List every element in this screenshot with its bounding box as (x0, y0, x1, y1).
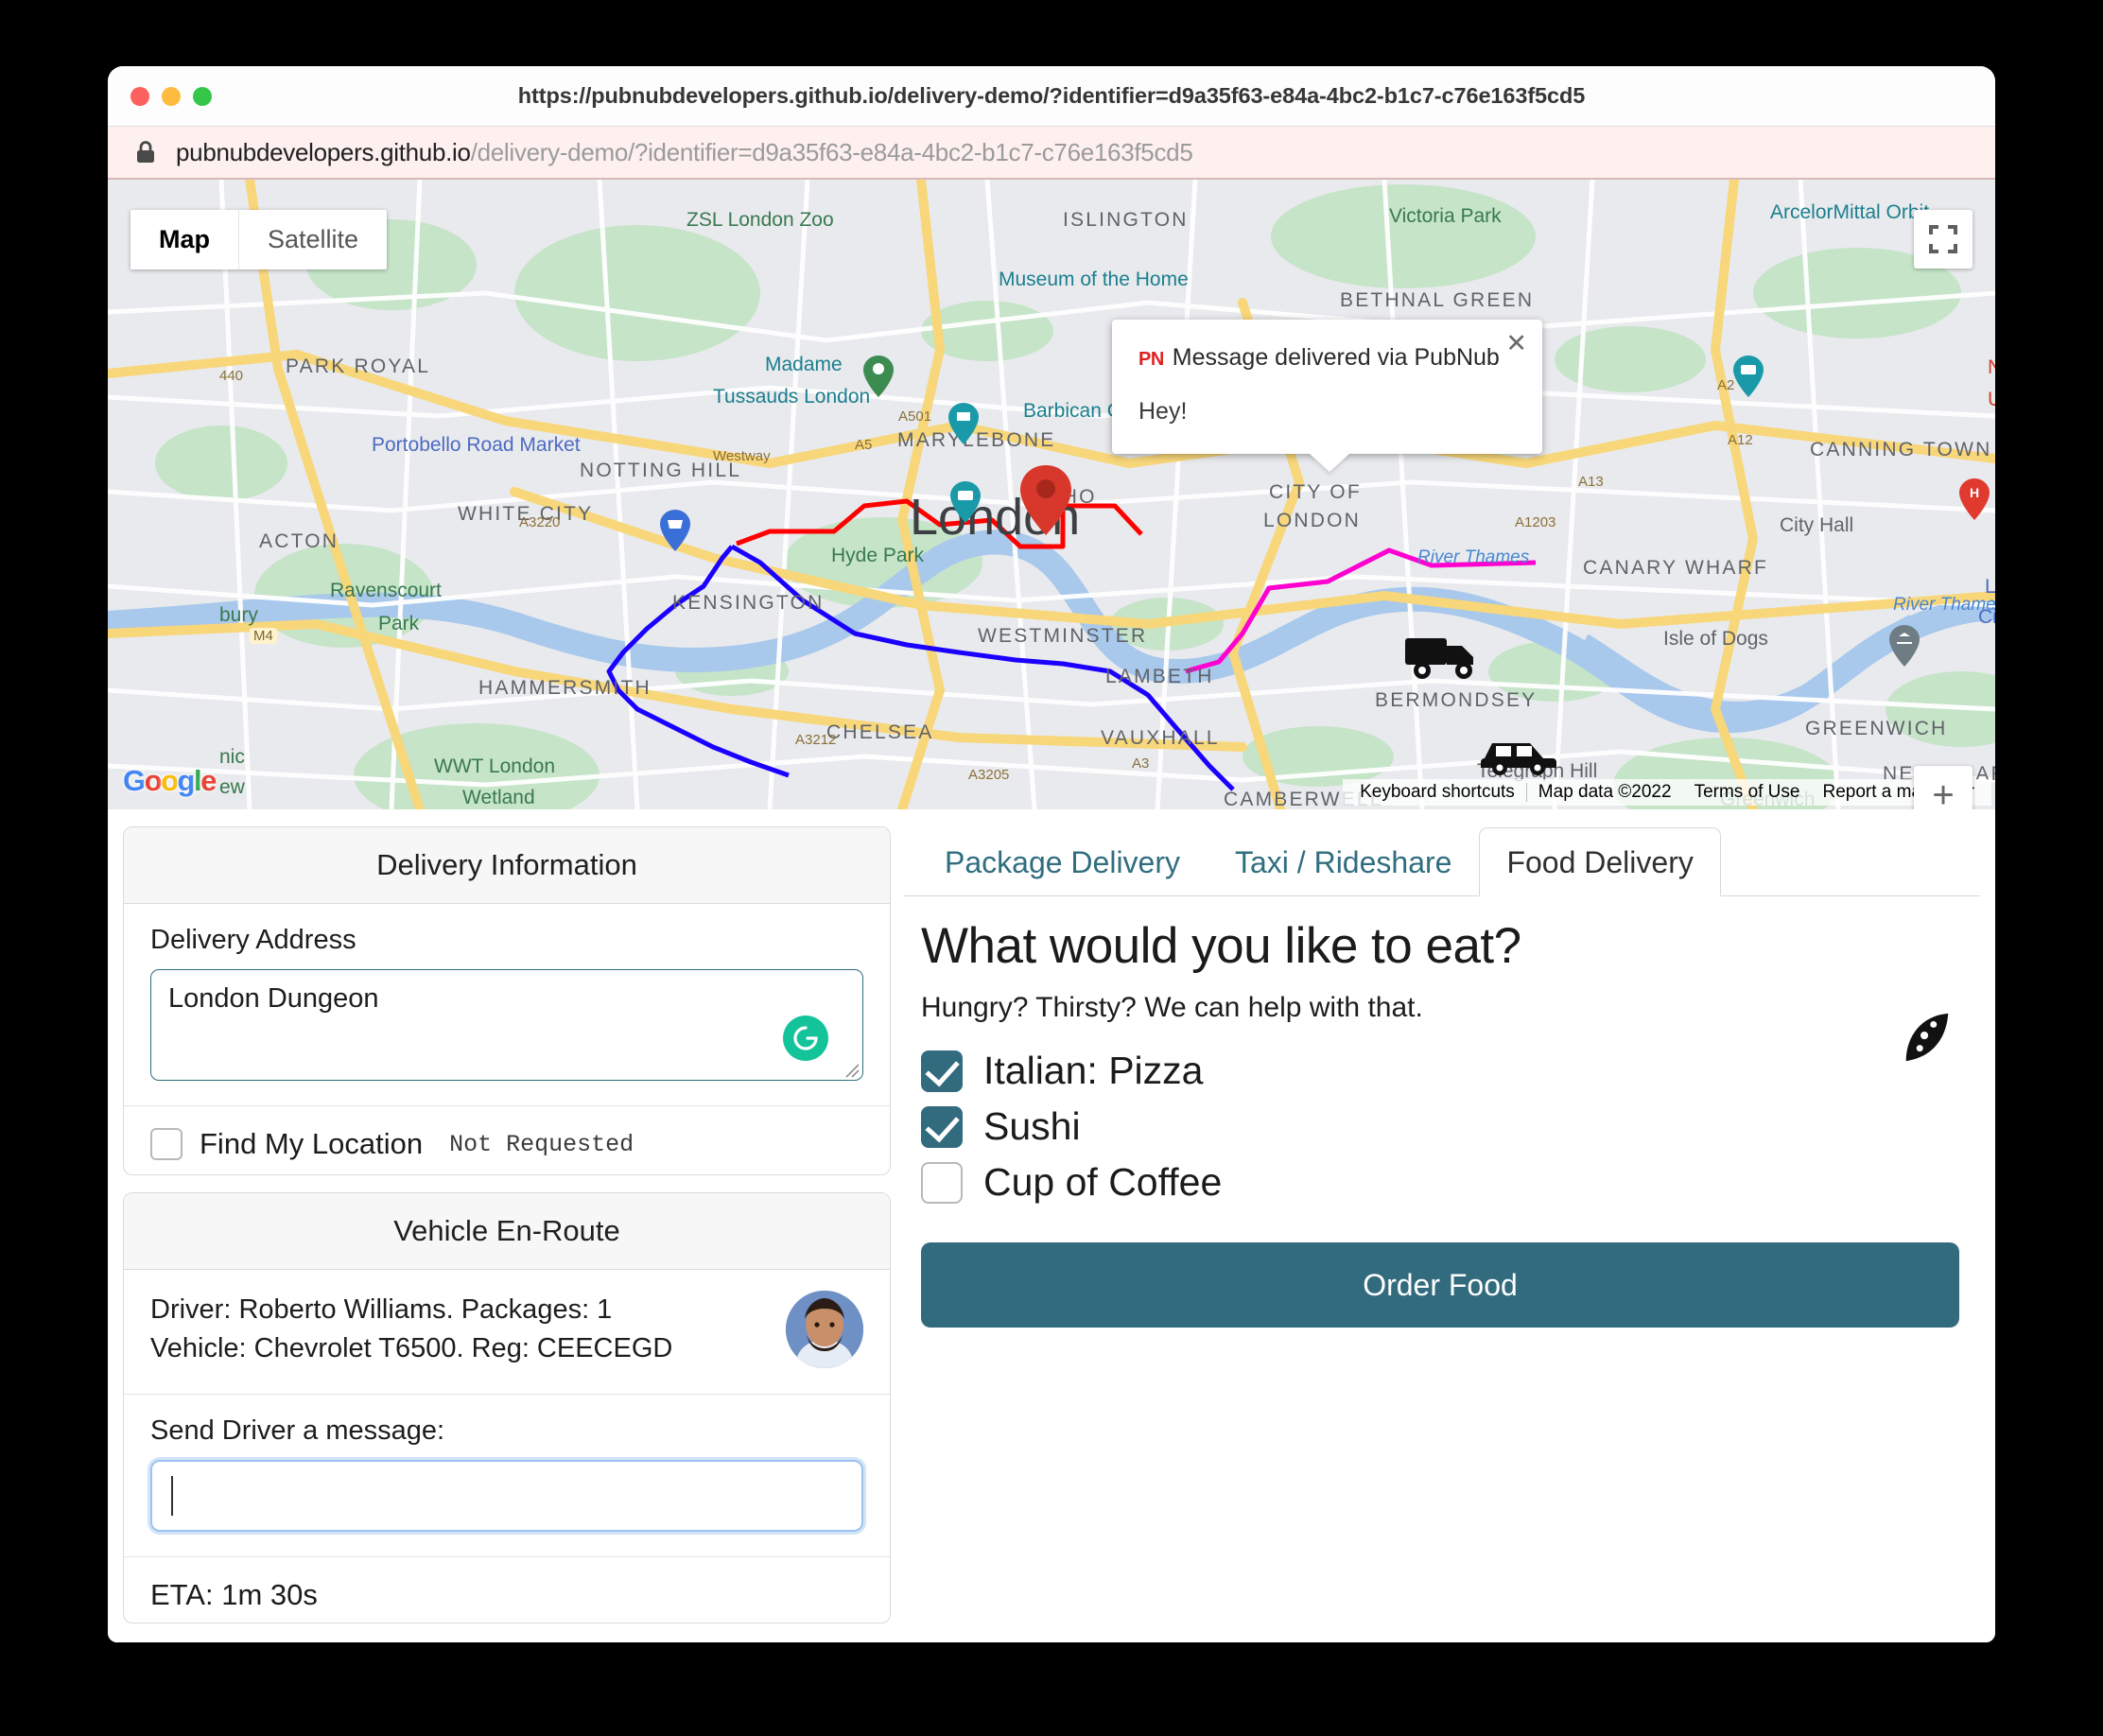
delivery-information-title: Delivery Information (124, 827, 890, 904)
food-checkbox-sushi[interactable] (921, 1105, 963, 1148)
map-tiles (108, 180, 1995, 809)
terms-of-use-link[interactable]: Terms of Use (1683, 782, 1812, 803)
pizza-icon (1905, 1013, 1949, 1062)
close-window-button[interactable] (130, 86, 149, 106)
tab-food-delivery[interactable]: Food Delivery (1479, 827, 1721, 896)
map-type-satellite[interactable]: Satellite (239, 210, 387, 269)
map-data-text: Map data ©2022 (1538, 782, 1672, 802)
send-message-label: Send Driver a message: (150, 1415, 445, 1446)
food-option-coffee[interactable]: Cup of Coffee (921, 1160, 1959, 1205)
food-options-list: Italian: Pizza Sushi Cup of Coffee (921, 1049, 1959, 1205)
delivery-address-section: Delivery Address London Dungeon (124, 904, 890, 1106)
right-column: Package Delivery Taxi / Rideshare Food D… (904, 826, 1980, 1623)
address-domain: pubnubdevelopers.github.io (176, 137, 471, 166)
delivery-address-value: London Dungeon (168, 983, 379, 1014)
map-attribution: Keyboard shortcuts Map data ©2022 Terms … (1343, 779, 1991, 806)
left-column: Delivery Information Delivery Address Lo… (123, 826, 891, 1623)
send-message-section: Send Driver a message: (124, 1395, 890, 1557)
driver-info-section: Driver: Roberto Williams. Packages: 1 Ve… (124, 1270, 890, 1395)
food-subheading: Hungry? Thirsty? We can help with that. (921, 992, 1423, 1023)
service-tabs: Package Delivery Taxi / Rideshare Food D… (904, 826, 1980, 896)
eta-section: ETA: 1m 30s (124, 1557, 890, 1623)
food-delivery-panel: What would you like to eat? Hungry? Thir… (904, 896, 1980, 1623)
grammarly-icon[interactable] (783, 1016, 828, 1061)
vehicle-en-route-title: Vehicle En-Route (124, 1193, 890, 1271)
driver-message-input[interactable] (150, 1459, 863, 1532)
google-logo: Google (123, 764, 217, 797)
driver-details: Driver: Roberto Williams. Packages: 1 Ve… (150, 1291, 769, 1368)
tab-taxi-rideshare[interactable]: Taxi / Rideshare (1208, 827, 1479, 896)
find-my-location-row[interactable]: Find My Location Not Requested (150, 1127, 863, 1161)
food-label-sushi: Sushi (983, 1104, 1081, 1148)
maximize-window-button[interactable] (193, 86, 212, 106)
pubnub-popup-title: Message delivered via PubNub (1172, 344, 1500, 371)
car-marker[interactable] (1477, 728, 1558, 782)
tab-package-delivery[interactable]: Package Delivery (917, 827, 1208, 896)
browser-titlebar: https://pubnubdevelopers.github.io/deliv… (108, 66, 1995, 127)
minimize-window-button[interactable] (162, 86, 181, 106)
food-checkbox-coffee[interactable] (921, 1161, 963, 1204)
food-label-coffee: Cup of Coffee (983, 1160, 1223, 1204)
driver-line-2: Vehicle: Chevrolet T6500. Reg: CEECEGD (150, 1333, 673, 1364)
food-heading: What would you like to eat? (921, 918, 1521, 974)
order-food-button[interactable]: Order Food (921, 1242, 1959, 1328)
find-my-location-label: Find My Location (200, 1127, 424, 1160)
food-option-sushi[interactable]: Sushi (921, 1104, 1959, 1149)
driver-row: Driver: Roberto Williams. Packages: 1 Ve… (150, 1291, 863, 1369)
text-caret (171, 1475, 173, 1516)
address-path: /delivery-demo/?identifier=d9a35f63-e84a… (470, 137, 1193, 166)
address-bar-text: pubnubdevelopers.github.io/delivery-demo… (176, 137, 1193, 167)
truck-marker[interactable] (1401, 629, 1486, 688)
driver-line-1: Driver: Roberto Williams. Packages: 1 (150, 1294, 613, 1326)
map-type-map[interactable]: Map (130, 210, 239, 269)
popup-tail (1309, 453, 1350, 472)
delivery-information-card: Delivery Information Delivery Address Lo… (123, 826, 891, 1176)
browser-window: https://pubnubdevelopers.github.io/deliv… (108, 66, 1995, 1642)
pubnub-popup-header: PN Message delivered via PubNub (1138, 344, 1516, 372)
close-icon[interactable]: ✕ (1505, 331, 1527, 356)
zoom-in-button[interactable]: + (1914, 766, 1973, 809)
address-bar[interactable]: pubnubdevelopers.github.io/delivery-demo… (108, 127, 1995, 180)
vehicle-en-route-card: Vehicle En-Route Driver: Roberto William… (123, 1192, 891, 1623)
delivery-address-label: Delivery Address (150, 925, 356, 955)
window-title: https://pubnubdevelopers.github.io/deliv… (517, 83, 1586, 108)
find-my-location-section: Find My Location Not Requested (124, 1106, 890, 1174)
food-checkbox-pizza[interactable] (921, 1050, 963, 1092)
eta-text: ETA: 1m 30s (150, 1577, 318, 1611)
food-label-pizza: Italian: Pizza (983, 1049, 1204, 1092)
pubnub-logo: PN (1138, 349, 1164, 370)
delivery-address-input[interactable]: London Dungeon (150, 969, 863, 1081)
map-type-control[interactable]: Map Satellite (130, 210, 388, 269)
driver-avatar (786, 1291, 863, 1369)
keyboard-shortcuts-link[interactable]: Keyboard shortcuts (1348, 782, 1526, 803)
find-my-location-checkbox[interactable] (150, 1128, 182, 1160)
pubnub-message-popup: ✕ PN Message delivered via PubNub Hey! (1112, 320, 1542, 472)
resize-handle-icon[interactable] (843, 1061, 860, 1078)
food-option-pizza[interactable]: Italian: Pizza (921, 1049, 1959, 1093)
google-map[interactable]: ZSL London Zoo ISLINGTON Victoria Park Arce… (108, 180, 1995, 809)
window-controls (130, 86, 212, 106)
map-zoom-control[interactable]: + − (1914, 766, 1973, 809)
find-my-location-status: Not Requested (449, 1130, 634, 1158)
page-content: Delivery Information Delivery Address Lo… (108, 809, 1995, 1642)
fullscreen-icon[interactable] (1914, 210, 1973, 269)
pubnub-popup-body: Hey! (1138, 398, 1188, 425)
lock-icon (136, 141, 155, 164)
